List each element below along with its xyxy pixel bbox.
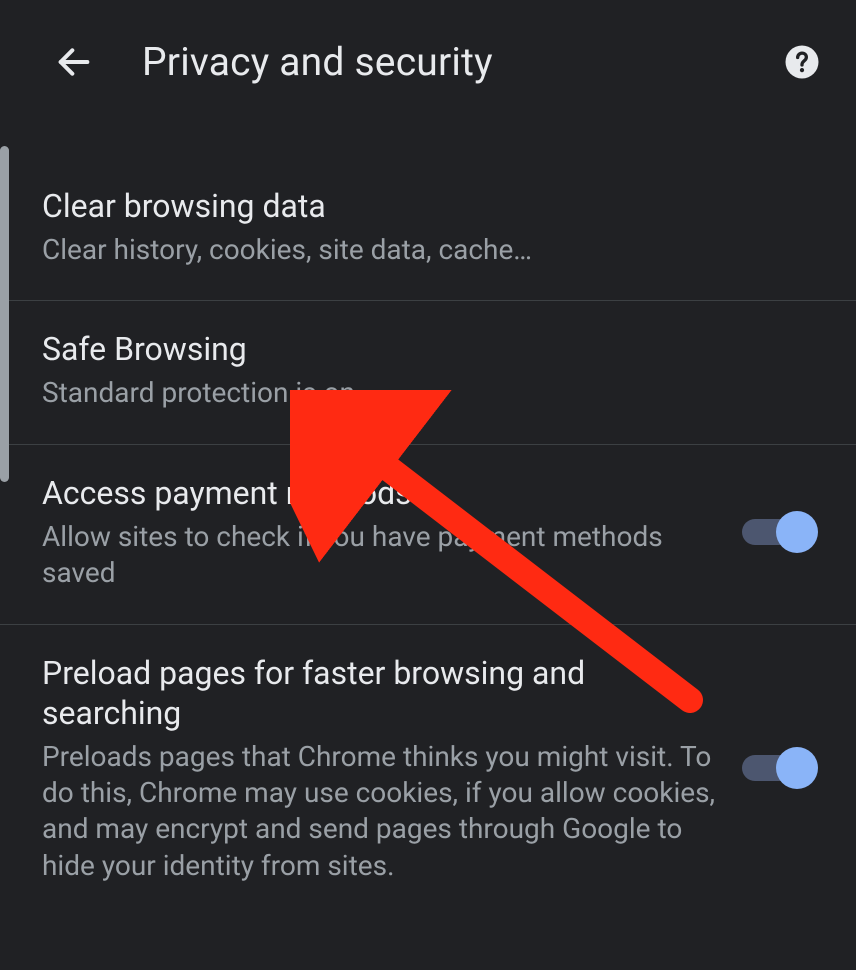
payment-methods-toggle[interactable] [742,510,818,554]
settings-list: Clear browsing data Clear history, cooki… [0,158,856,916]
item-subtitle: Standard protection is on [42,375,798,411]
help-button[interactable] [782,42,822,82]
help-icon [784,44,820,80]
access-payment-methods-item[interactable]: Access payment methods Allow sites to ch… [0,445,856,625]
clear-browsing-data-item[interactable]: Clear browsing data Clear history, cooki… [0,158,856,301]
toggle-thumb [776,511,818,553]
item-title: Clear browsing data [42,186,798,226]
item-subtitle: Clear history, cookies, site data, cache… [42,232,798,268]
preload-pages-toggle[interactable] [742,746,818,790]
item-text: Safe Browsing Standard protection is on [42,329,818,411]
item-title: Preload pages for faster browsing and se… [42,653,722,733]
item-title: Safe Browsing [42,329,798,369]
back-button[interactable] [50,38,98,86]
item-subtitle: Allow sites to check if you have payment… [42,519,722,592]
item-title: Access payment methods [42,473,722,513]
back-arrow-icon [54,42,94,82]
page-title: Privacy and security [142,39,782,85]
header-bar: Privacy and security [0,0,856,124]
safe-browsing-item[interactable]: Safe Browsing Standard protection is on [0,301,856,444]
item-subtitle: Preloads pages that Chrome thinks you mi… [42,739,722,885]
item-text: Preload pages for faster browsing and se… [42,653,742,885]
settings-screen: Privacy and security Clear browsing data… [0,0,856,970]
scroll-edge-indicator [0,146,9,482]
item-text: Clear browsing data Clear history, cooki… [42,186,818,268]
toggle-thumb [776,747,818,789]
item-text: Access payment methods Allow sites to ch… [42,473,742,592]
preload-pages-item[interactable]: Preload pages for faster browsing and se… [0,625,856,917]
